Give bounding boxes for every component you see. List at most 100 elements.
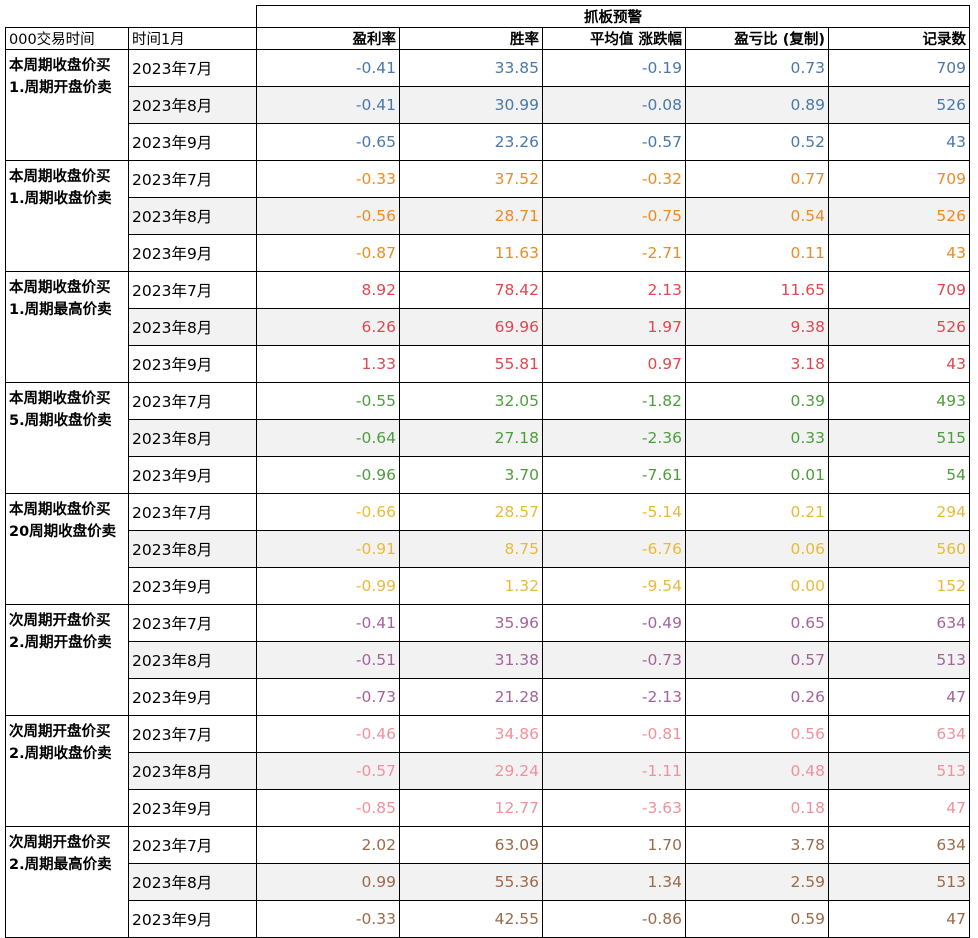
- cell-profit-rate: -0.41: [256, 604, 400, 642]
- table-row: 2023年8月 -0.64 27.18 -2.36 0.33 515: [6, 419, 970, 457]
- cell-record-count: 560: [828, 530, 970, 568]
- month-cell: 2023年8月: [128, 308, 257, 346]
- cell-win-rate: 3.70: [399, 456, 543, 494]
- group-label-line2: 2.周期收盘价卖: [9, 746, 112, 762]
- col-header-win-rate: 胜率: [399, 27, 543, 50]
- cell-profit-rate: 2.02: [256, 826, 400, 864]
- table-row: 2023年9月 -0.33 42.55 -0.86 0.59 47: [6, 900, 970, 938]
- cell-profit-rate: 6.26: [256, 308, 400, 346]
- col-header-record-count: 记录数: [828, 27, 970, 50]
- cell-avg-change: 0.97: [542, 345, 686, 383]
- group-label-line1: 本周期收盘价买: [9, 169, 111, 185]
- cell-win-rate: 29.24: [399, 752, 543, 790]
- group-label-line2: 1.周期收盘价卖: [9, 191, 112, 207]
- cell-avg-change: -9.54: [542, 567, 686, 605]
- cell-pl-ratio: 9.38: [685, 308, 829, 346]
- cell-avg-change: 1.70: [542, 826, 686, 864]
- cell-record-count: 43: [828, 345, 970, 383]
- cell-win-rate: 30.99: [399, 86, 543, 124]
- cell-win-rate: 34.86: [399, 715, 543, 753]
- group-label-line2: 1.周期最高价卖: [9, 302, 112, 318]
- group-label-line1: 本周期收盘价买: [9, 391, 111, 407]
- cell-record-count: 515: [828, 419, 970, 457]
- table-row: 2023年9月 1.33 55.81 0.97 3.18 43: [6, 345, 970, 383]
- month-cell: 2023年8月: [128, 641, 257, 679]
- cell-win-rate: 31.38: [399, 641, 543, 679]
- group-label: 本周期收盘价买 20周期收盘价卖: [5, 493, 129, 605]
- cell-win-rate: 35.96: [399, 604, 543, 642]
- table-row: 2023年8月 -0.51 31.38 -0.73 0.57 513: [6, 641, 970, 679]
- group-label-line2: 5.周期收盘价卖: [9, 413, 112, 429]
- cell-record-count: 526: [828, 308, 970, 346]
- cell-win-rate: 37.52: [399, 160, 543, 198]
- cell-profit-rate: 8.92: [256, 271, 400, 309]
- cell-record-count: 526: [828, 197, 970, 235]
- cell-avg-change: -7.61: [542, 456, 686, 494]
- month-cell: 2023年7月: [128, 604, 257, 642]
- cell-profit-rate: -0.46: [256, 715, 400, 753]
- cell-pl-ratio: 0.26: [685, 678, 829, 716]
- cell-avg-change: -0.75: [542, 197, 686, 235]
- data-table: 抓板预警 000交易时间 时间1月 盈利率 胜率 平均值 涨跌幅 盈亏比 (复制…: [5, 5, 970, 938]
- cell-profit-rate: -0.33: [256, 160, 400, 198]
- month-cell: 2023年7月: [128, 826, 257, 864]
- month-cell: 2023年8月: [128, 752, 257, 790]
- table-row: 本周期收盘价买 5.周期收盘价卖 2023年7月 -0.55 32.05 -1.82 0.3…: [5, 382, 970, 494]
- cell-avg-change: -0.81: [542, 715, 686, 753]
- cell-win-rate: 21.28: [399, 678, 543, 716]
- month-cell: 2023年9月: [128, 567, 257, 605]
- cell-pl-ratio: 0.01: [685, 456, 829, 494]
- cell-win-rate: 55.81: [399, 345, 543, 383]
- cell-avg-change: -0.19: [542, 49, 686, 87]
- cell-win-rate: 27.18: [399, 419, 543, 457]
- cell-win-rate: 32.05: [399, 382, 543, 420]
- table-row: 2023年9月 -0.73 21.28 -2.13 0.26 47: [6, 678, 970, 716]
- cell-profit-rate: -0.33: [256, 900, 400, 938]
- cell-avg-change: -5.14: [542, 493, 686, 531]
- cell-avg-change: -3.63: [542, 789, 686, 827]
- month-cell: 2023年7月: [128, 382, 257, 420]
- cell-profit-rate: -0.91: [256, 530, 400, 568]
- cell-avg-change: -2.13: [542, 678, 686, 716]
- col-header-avg-change: 平均值 涨跌幅: [542, 27, 686, 50]
- month-cell: 2023年7月: [128, 271, 257, 309]
- table-row: 本周期收盘价买 1.周期最高价卖 2023年7月 8.92 78.42 2.13 11.65…: [5, 271, 970, 383]
- group-label-line2: 2.周期开盘价卖: [9, 635, 112, 651]
- cell-profit-rate: -0.99: [256, 567, 400, 605]
- cell-record-count: 43: [828, 123, 970, 161]
- cell-win-rate: 33.85: [399, 49, 543, 87]
- cell-profit-rate: 0.99: [256, 863, 400, 901]
- month-cell: 2023年7月: [128, 493, 257, 531]
- group-label: 次周期开盘价买 2.周期开盘价卖: [5, 604, 129, 716]
- month-cell: 2023年7月: [128, 715, 257, 753]
- cell-record-count: 634: [828, 715, 970, 753]
- cell-record-count: 513: [828, 641, 970, 679]
- month-cell: 2023年9月: [128, 123, 257, 161]
- cell-profit-rate: -0.73: [256, 678, 400, 716]
- cell-pl-ratio: 0.54: [685, 197, 829, 235]
- cell-avg-change: -2.36: [542, 419, 686, 457]
- table-row: 2023年9月 -0.65 23.26 -0.57 0.52 43: [6, 123, 970, 161]
- group-label-line1: 次周期开盘价买: [9, 613, 111, 629]
- cell-avg-change: -1.11: [542, 752, 686, 790]
- month-cell: 2023年8月: [128, 86, 257, 124]
- table-row: 2023年9月 -0.96 3.70 -7.61 0.01 54: [6, 456, 970, 494]
- table-row: 2023年9月 -0.99 1.32 -9.54 0.00 152: [6, 567, 970, 605]
- cell-pl-ratio: 0.48: [685, 752, 829, 790]
- cell-win-rate: 28.57: [399, 493, 543, 531]
- cell-record-count: 47: [828, 900, 970, 938]
- group-label: 本周期收盘价买 1.周期最高价卖: [5, 271, 129, 383]
- group-title: 抓板预警: [256, 5, 970, 28]
- group-label-line2: 1.周期开盘价卖: [9, 80, 112, 96]
- table-row: 2023年9月 -0.85 12.77 -3.63 0.18 47: [6, 789, 970, 827]
- group-label: 次周期开盘价买 2.周期最高价卖: [5, 826, 129, 938]
- cell-pl-ratio: 3.18: [685, 345, 829, 383]
- cell-win-rate: 8.75: [399, 530, 543, 568]
- cell-pl-ratio: 0.52: [685, 123, 829, 161]
- cell-win-rate: 55.36: [399, 863, 543, 901]
- month-cell: 2023年7月: [128, 49, 257, 87]
- group-label-line1: 次周期开盘价买: [9, 835, 111, 851]
- group-label-line1: 本周期收盘价买: [9, 280, 111, 296]
- cell-record-count: 47: [828, 789, 970, 827]
- cell-avg-change: 1.97: [542, 308, 686, 346]
